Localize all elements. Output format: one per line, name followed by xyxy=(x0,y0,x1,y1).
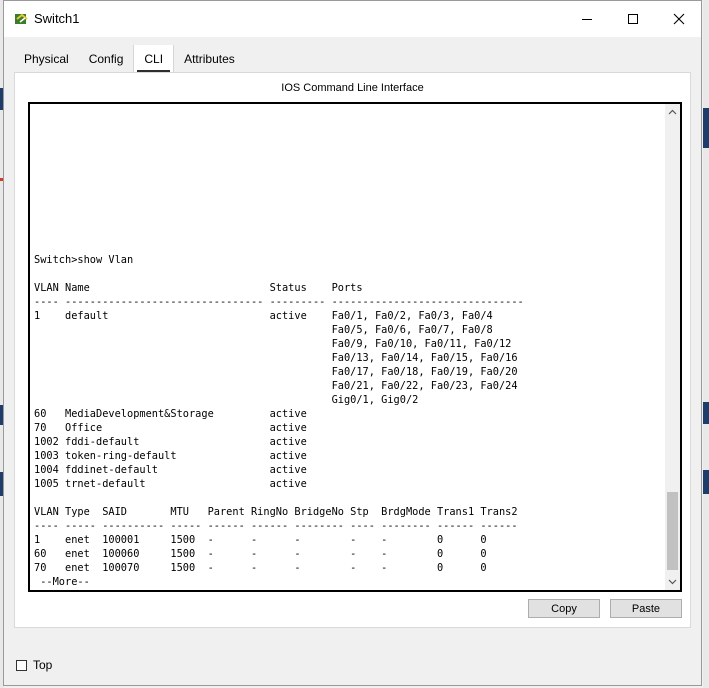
maximize-button[interactable] xyxy=(610,1,656,37)
tab-attributes[interactable]: Attributes xyxy=(174,45,245,73)
tab-cli[interactable]: CLI xyxy=(133,45,175,73)
top-checkbox[interactable] xyxy=(16,659,27,671)
terminal-output[interactable]: Switch>show Vlan VLAN Name Status Ports … xyxy=(34,253,524,589)
paste-button[interactable]: Paste xyxy=(610,599,682,618)
terminal-scrollbar[interactable] xyxy=(665,104,680,590)
chevron-down-icon xyxy=(668,579,677,585)
maximize-icon xyxy=(628,14,638,24)
chevron-up-icon xyxy=(668,109,677,115)
scroll-down-button[interactable] xyxy=(665,574,680,590)
cli-terminal[interactable]: Switch>show Vlan VLAN Name Status Ports … xyxy=(28,102,682,592)
tab-bar: Physical Config CLI Attributes xyxy=(14,45,245,75)
close-button[interactable] xyxy=(656,1,702,37)
background-window-edge-right xyxy=(703,0,709,688)
cli-panel: IOS Command Line Interface Switch>show V… xyxy=(14,72,691,628)
top-option[interactable]: Top xyxy=(16,658,52,672)
tab-config[interactable]: Config xyxy=(79,45,134,73)
tab-physical[interactable]: Physical xyxy=(14,45,79,73)
close-icon xyxy=(673,13,685,25)
top-label: Top xyxy=(33,658,53,672)
window-body: Physical Config CLI Attributes IOS Comma… xyxy=(4,37,701,685)
minimize-button[interactable] xyxy=(564,1,610,37)
title-bar[interactable]: Switch1 xyxy=(4,1,701,37)
window-title: Switch1 xyxy=(34,11,80,26)
scroll-thumb[interactable] xyxy=(667,492,678,570)
copy-button[interactable]: Copy xyxy=(528,599,600,618)
scroll-up-button[interactable] xyxy=(665,104,680,120)
minimize-icon xyxy=(582,19,592,20)
switch-device-icon xyxy=(15,13,28,24)
panel-title: IOS Command Line Interface xyxy=(281,82,424,94)
switch-window: Switch1 Physical Config CLI Attributes I… xyxy=(3,0,702,686)
